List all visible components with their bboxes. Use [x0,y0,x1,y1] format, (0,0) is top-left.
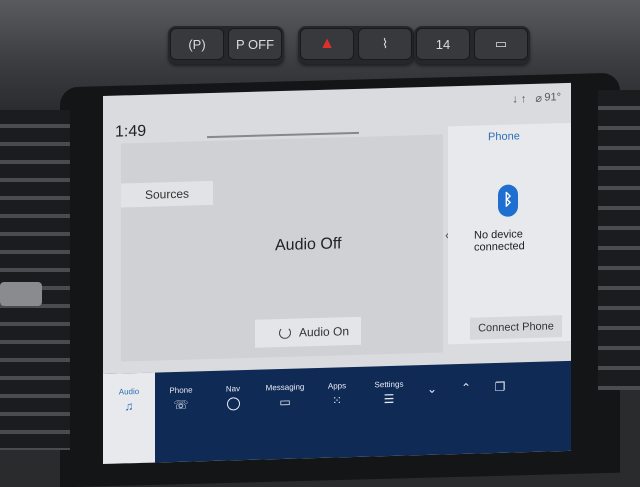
nav-audio[interactable]: Audio ♫ [103,372,155,464]
nav-messaging[interactable]: Messaging ▭ [259,368,311,459]
phone-status: No device connected [474,228,525,254]
nav-phone-label: Phone [169,385,193,396]
nav-icon: A [226,397,240,411]
connect-phone-button[interactable]: Connect Phone [470,315,562,340]
music-icon: ♫ [124,399,134,414]
audio-state-label: Audio Off [275,235,342,255]
apps-icon: ⁙ [331,393,343,408]
message-icon: ▭ [279,394,291,410]
chevron-down-button[interactable]: ⌄ [415,364,449,455]
nav-nav-label: Nav [225,384,241,394]
nav-audio-label: Audio [118,386,140,397]
recent-apps-button[interactable]: ❐ [483,362,517,453]
phone-icon: ☏ [173,397,189,413]
settings-icon: ☰ [383,391,395,407]
audio-on-label: Audio On [299,324,350,340]
left-air-vent [0,110,70,450]
status-icons: ↓↑ ⌀ [512,92,545,106]
recent-apps-icon: ❐ [494,379,506,395]
right-air-vent [598,90,640,390]
traction-control-button[interactable]: ⌇ [358,28,412,60]
nav-apps-label: Apps [327,381,347,391]
hazard-button[interactable]: ▲ [300,28,354,60]
bottom-nav-bar: Audio ♫ Phone ☏ Nav A Messaging ▭ Apps ⁙… [103,360,571,464]
park-assist-off-button[interactable]: P OFF [228,28,282,60]
hill-descent-button[interactable]: 14 [416,28,470,60]
sources-button[interactable]: Sources [121,180,213,208]
clock: 1:49 [115,122,147,141]
nav-settings[interactable]: Settings ☰ [363,365,415,456]
chevron-down-icon: ⌄ [426,381,438,396]
hardware-button-group-3: 14 ▭ [414,26,530,64]
parking-brake-button[interactable]: (P) [170,28,224,60]
camera-button[interactable]: ▭ [474,28,528,60]
nav-apps[interactable]: Apps ⁙ [311,367,363,458]
vent-knob[interactable] [0,282,42,306]
chevron-up-button[interactable]: ⌃ [449,363,483,454]
outside-temperature: 91° [544,91,561,104]
bluetooth-icon: ᛒ [498,184,518,217]
phone-panel: Phone ᛒ No device connected Connect Phon… [448,122,571,345]
nav-settings-label: Settings [374,379,404,390]
hardware-button-group-2: ▲ ⌇ [298,26,414,64]
nav-phone[interactable]: Phone ☏ [155,371,207,462]
power-icon [279,326,291,340]
nav-nav[interactable]: Nav A [207,370,259,461]
audio-on-button[interactable]: Audio On [255,316,361,348]
infotainment-screen: 1:49 ↓↑ ⌀ 91° Sources Audio Off Audio On… [103,82,571,464]
chevron-up-icon: ⌃ [460,380,472,396]
hardware-button-group-1: (P) P OFF [168,26,284,64]
nav-messaging-label: Messaging [265,382,305,393]
phone-panel-title: Phone [488,130,520,144]
